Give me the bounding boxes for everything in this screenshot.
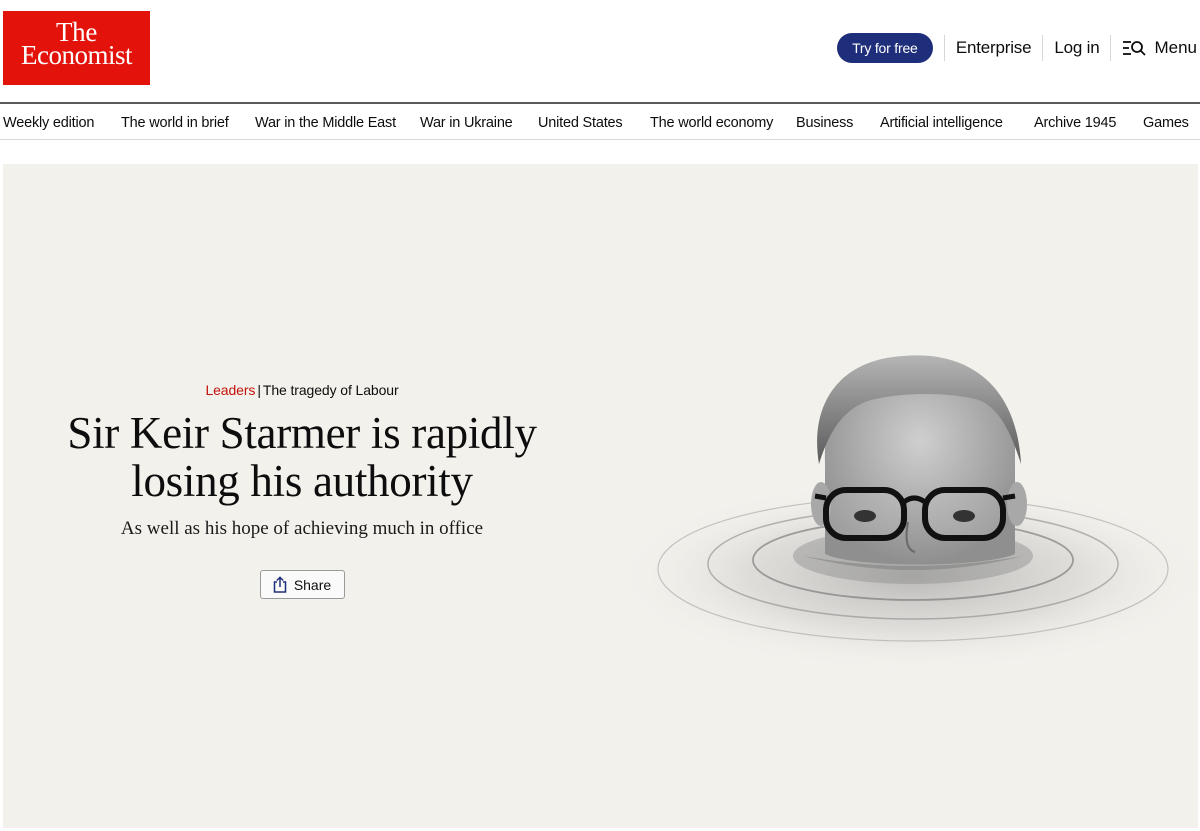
masthead: The Economist Try for free Enterprise Lo… — [0, 0, 1200, 102]
divider — [943, 35, 945, 61]
headline: Sir Keir Starmer is rapidly losing his a… — [67, 408, 537, 506]
menu-label: Menu — [1154, 38, 1197, 57]
economist-logo[interactable]: The Economist — [3, 11, 150, 85]
nav-item-ai[interactable]: Artificial intelligence — [880, 115, 1003, 131]
nav-item-weekly-edition[interactable]: Weekly edition — [3, 115, 94, 131]
nav-item-ukraine[interactable]: War in Ukraine — [420, 115, 513, 131]
section-link[interactable]: Leaders — [205, 382, 255, 398]
rubric-separator: | — [257, 382, 261, 398]
rubric-topic: The tragedy of Labour — [262, 382, 399, 398]
menu-button[interactable]: Menu — [1122, 38, 1197, 58]
divider — [1042, 35, 1044, 61]
nav-item-archive[interactable]: Archive 1945 — [1034, 115, 1116, 131]
standfirst: As well as his hope of achieving much in… — [120, 518, 484, 539]
rubric: Leaders | The tragedy of Labour — [3, 382, 601, 398]
logo-line-2: Economist — [21, 40, 133, 70]
portrait-in-water-illustration — [613, 355, 1198, 672]
hero-text: Leaders | The tragedy of Labour Sir Keir S… — [3, 382, 601, 599]
nav-item-united-states[interactable]: United States — [538, 115, 623, 131]
nav-item-middle-east[interactable]: War in the Middle East — [255, 115, 396, 131]
menu-search-icon — [1123, 41, 1147, 56]
enterprise-link[interactable]: Enterprise — [956, 38, 1032, 58]
nav-item-world-economy[interactable]: The world economy — [650, 115, 773, 131]
share-label: Share — [293, 576, 332, 593]
try-for-free-button[interactable]: Try for free — [836, 33, 933, 63]
share-button[interactable]: Share — [259, 570, 345, 599]
section-nav: Weekly edition The world in brief War in… — [0, 102, 1200, 140]
header-actions: Try for free Enterprise Log in Menu — [836, 33, 1197, 63]
divider — [1110, 35, 1112, 61]
nav-item-world-in-brief[interactable]: The world in brief — [121, 115, 229, 131]
article-hero: Leaders | The tragedy of Labour Sir Keir S… — [3, 164, 1198, 828]
share-icon — [273, 576, 287, 593]
login-link[interactable]: Log in — [1054, 38, 1099, 58]
nav-item-games[interactable]: Games — [1143, 115, 1189, 131]
nav-item-business[interactable]: Business — [796, 115, 853, 131]
